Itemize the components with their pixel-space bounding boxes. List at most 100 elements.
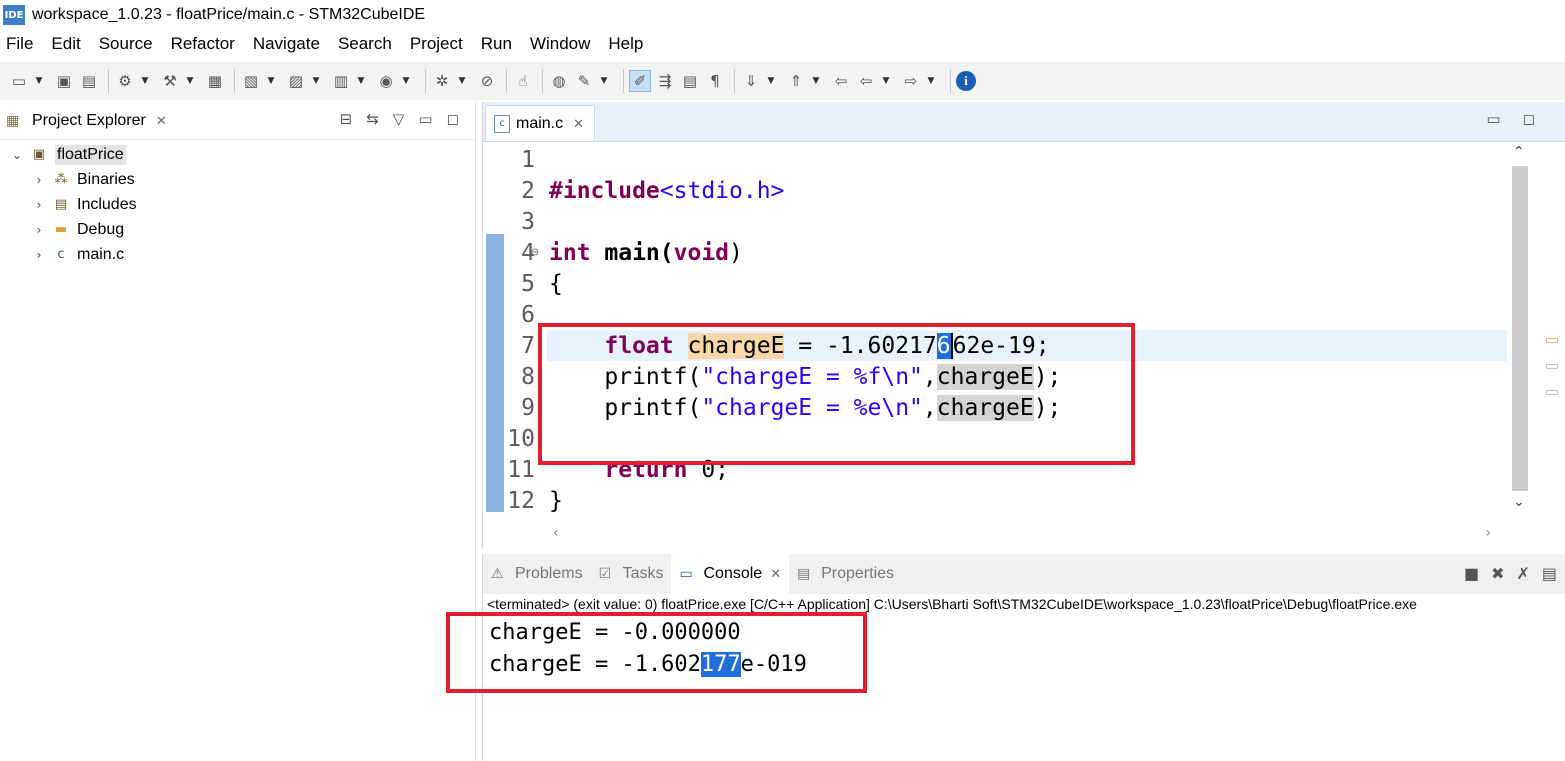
save-icon[interactable]: ▣ (53, 70, 75, 92)
new-source-file-icon[interactable]: ▥ (330, 70, 352, 92)
debug-dropdown-icon[interactable]: ▼ (456, 70, 468, 92)
preprocessor-directive: #include (549, 177, 660, 204)
chevron-right-icon[interactable]: › (32, 198, 46, 212)
toggle-word-wrap-icon[interactable]: ⇶ (654, 70, 676, 92)
previous-annotation-dropdown-icon[interactable]: ▼ (810, 70, 822, 92)
tab-main-c[interactable]: c main.c ✕ (485, 105, 596, 141)
skip-breakpoints-icon[interactable]: ⊘ (476, 70, 498, 92)
binary-file-icon[interactable]: ▦ (204, 70, 226, 92)
horizontal-scrollbar[interactable]: ‹ › (547, 525, 1497, 543)
new-project-dropdown-icon[interactable]: ▼ (265, 70, 277, 92)
view-menu-icon[interactable]: ▽ (393, 110, 405, 128)
overview-marker-read[interactable] (1546, 390, 1558, 395)
menu-search[interactable]: Search (338, 34, 392, 54)
menu-navigate[interactable]: Navigate (253, 34, 320, 54)
line-number: 3 (521, 208, 535, 235)
tab-problems[interactable]: ⚠ Problems (483, 554, 591, 594)
function-name: main( (590, 239, 674, 266)
link-with-editor-icon[interactable]: ⇆ (366, 110, 379, 128)
close-icon[interactable]: ✕ (156, 113, 167, 129)
fold-collapse-icon[interactable]: ⊖ (531, 245, 539, 260)
toggle-block-selection-icon[interactable]: ▤ (679, 70, 701, 92)
menu-run[interactable]: Run (481, 34, 512, 54)
tab-project-explorer[interactable]: ▦ Project Explorer ✕ (0, 102, 167, 140)
scroll-right-icon[interactable]: › (1485, 525, 1491, 541)
new-source-dropdown-icon[interactable]: ▼ (355, 70, 367, 92)
terminate-icon[interactable]: ■ (1464, 564, 1479, 583)
new-folder-icon[interactable]: ▨ (285, 70, 307, 92)
menu-help[interactable]: Help (608, 34, 643, 54)
collapse-all-icon[interactable]: ⊟ (340, 110, 353, 128)
last-edit-location-icon[interactable]: ⇦ (830, 70, 852, 92)
close-icon[interactable]: ✕ (573, 116, 584, 132)
next-annotation-dropdown-icon[interactable]: ▼ (765, 70, 777, 92)
show-whitespace-icon[interactable]: ¶ (704, 70, 726, 92)
tab-console[interactable]: ▭ Console ✕ (671, 554, 790, 594)
scroll-left-icon[interactable]: ‹ (553, 525, 559, 541)
menu-edit[interactable]: Edit (51, 34, 80, 54)
debug-bug-icon[interactable]: ✲ (431, 70, 453, 92)
menu-bar: File Edit Source Refactor Navigate Searc… (0, 30, 1565, 58)
tree-item-binaries[interactable]: › ⁂ Binaries (0, 167, 475, 192)
menu-project[interactable]: Project (410, 34, 463, 54)
minimize-icon[interactable]: ▭ (1486, 110, 1500, 128)
new-class-icon[interactable]: ◉ (375, 70, 397, 92)
external-tools-icon[interactable]: ☝ (512, 70, 534, 92)
build-hammer-icon[interactable]: ⚒ (159, 70, 181, 92)
new-class-dropdown-icon[interactable]: ▼ (400, 70, 412, 92)
clear-console-icon[interactable]: ▤ (1542, 564, 1557, 583)
back-arrow-icon[interactable]: ⇦ (855, 70, 877, 92)
menu-refactor[interactable]: Refactor (171, 34, 235, 54)
menu-source[interactable]: Source (99, 34, 153, 54)
tab-properties[interactable]: ▤ Properties (789, 554, 902, 594)
new-icon[interactable]: ▭ (8, 70, 30, 92)
tree-item-includes[interactable]: › ▤ Includes (0, 192, 475, 217)
line-number: 6 (521, 301, 535, 328)
tree-item-floatprice[interactable]: ⌄ ▣ floatPrice (0, 142, 475, 167)
next-annotation-icon[interactable]: ⇓ (740, 70, 762, 92)
close-icon[interactable]: ✕ (770, 566, 781, 582)
new-dropdown-icon[interactable]: ▼ (33, 70, 45, 92)
forward-arrow-icon[interactable]: ⇨ (900, 70, 922, 92)
scroll-up-icon[interactable]: ⌃ (1513, 144, 1525, 160)
remove-all-terminated-icon[interactable]: ✗ (1516, 564, 1529, 583)
maximize-icon[interactable]: ◻ (447, 110, 459, 128)
manage-configurations-icon[interactable]: ⚙ (114, 70, 136, 92)
tree-item-main-c[interactable]: › c main.c (0, 242, 475, 267)
include-file: <stdio.h> (659, 177, 785, 204)
tree-item-debug[interactable]: › ▬ Debug (0, 217, 475, 242)
open-perspective-icon[interactable]: ◍ (548, 70, 570, 92)
tab-tasks[interactable]: ☑ Tasks (591, 554, 672, 594)
menu-file[interactable]: File (6, 34, 33, 54)
binaries-icon: ⁂ (54, 172, 68, 187)
search-flashlight-icon[interactable]: ✎ (573, 70, 595, 92)
save-all-icon[interactable]: ▤ (78, 70, 100, 92)
line-number: 2 (521, 177, 535, 204)
back-dropdown-icon[interactable]: ▼ (880, 70, 892, 92)
menu-window[interactable]: Window (530, 34, 590, 54)
overview-marker-read[interactable] (1546, 364, 1558, 369)
chevron-right-icon[interactable]: › (32, 248, 46, 262)
toggle-mark-occurrences-icon[interactable]: ✐ (629, 70, 651, 92)
chevron-right-icon[interactable]: › (32, 223, 46, 237)
maximize-icon[interactable]: ◻ (1523, 110, 1535, 128)
forward-dropdown-icon[interactable]: ▼ (925, 70, 937, 92)
minimize-icon[interactable]: ▭ (418, 110, 432, 128)
vertical-scrollbar[interactable]: ⌃ ⌄ (1509, 142, 1531, 517)
scrollbar-thumb[interactable] (1512, 166, 1528, 491)
overview-marker-write[interactable] (1546, 338, 1558, 343)
new-project-icon[interactable]: ▧ (240, 70, 262, 92)
build-dropdown-icon[interactable]: ▼ (184, 70, 196, 92)
chevron-down-icon[interactable]: ⌄ (10, 148, 24, 162)
overview-ruler[interactable] (1543, 142, 1559, 517)
configuration-dropdown-icon[interactable]: ▼ (139, 70, 151, 92)
previous-annotation-icon[interactable]: ⇑ (785, 70, 807, 92)
annotation-box-output (446, 612, 867, 693)
scroll-down-icon[interactable]: ⌄ (1513, 494, 1525, 510)
new-folder-dropdown-icon[interactable]: ▼ (310, 70, 322, 92)
search-dropdown-icon[interactable]: ▼ (598, 70, 610, 92)
remove-launch-icon[interactable]: ✖ (1491, 564, 1504, 583)
info-icon[interactable]: i (956, 71, 976, 91)
includes-icon: ▤ (54, 197, 68, 212)
chevron-right-icon[interactable]: › (32, 173, 46, 187)
